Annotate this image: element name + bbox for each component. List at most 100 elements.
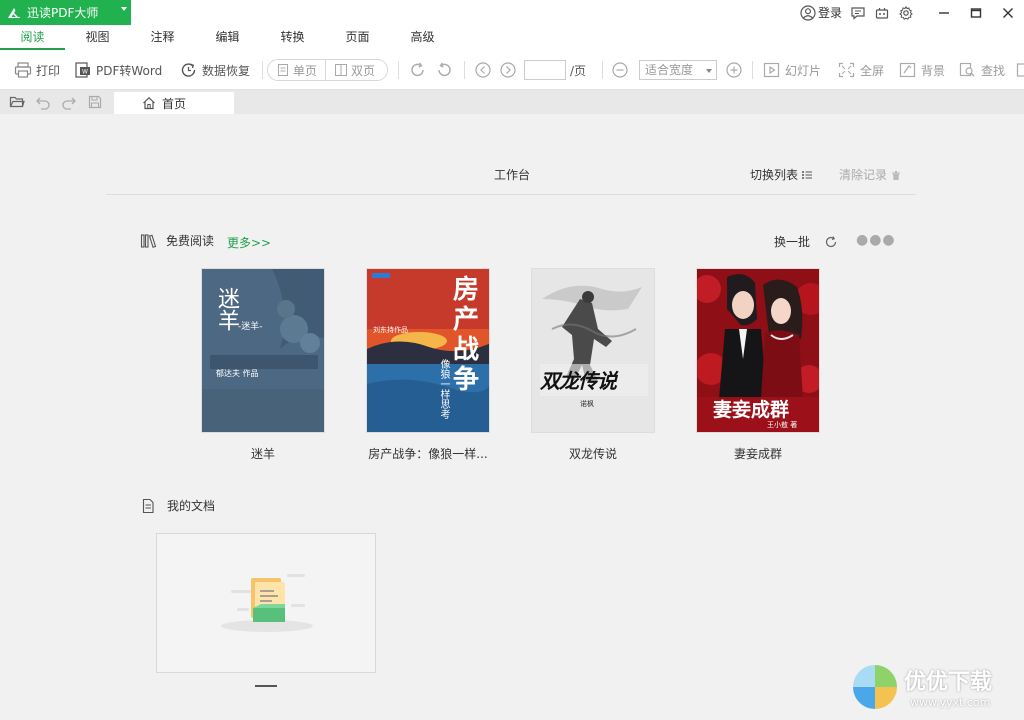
maximize-button[interactable] [960,0,992,25]
app-menu-caret-icon [121,7,127,11]
tab-home-label: 首页 [162,96,187,111]
book-title[interactable]: 双龙传说 [513,445,673,462]
previous-page-icon[interactable] [474,61,492,79]
feedback-icon[interactable] [850,5,866,21]
tab-home[interactable]: 首页 [114,92,234,114]
clear-record-button[interactable]: 清除记录 [839,166,902,183]
watermark-url: www.yyxt.com [910,696,991,709]
zoom-in-icon[interactable] [725,61,743,79]
redo-icon[interactable] [61,94,77,110]
book-cover[interactable]: 迷羊 -迷羊- 郁达夫 作品 [201,268,325,433]
toolbar-separator [464,61,465,79]
ribbon-tabs: 阅读 视图 注释 编辑 转换 页面 高级 [0,25,1024,50]
book-title[interactable]: 房产战争：像狼一样... [348,445,508,462]
switch-list-button[interactable]: 切换列表 [750,166,813,183]
login-button[interactable]: 登录 [800,4,842,21]
title-bar: 迅读PDF大师 登录 [0,0,1024,25]
rotate-counterclockwise-icon[interactable] [435,61,453,79]
zoom-out-icon[interactable] [611,61,629,79]
trash-icon [892,170,901,180]
tab-annotate[interactable]: 注释 [130,25,195,50]
zoom-value: 适合宽度 [645,63,694,77]
home-icon [143,96,155,110]
tab-read[interactable]: 阅读 [0,25,65,50]
app-menu-button[interactable]: 迅读PDF大师 [0,0,131,25]
workbench-title: 工作台 [494,168,531,182]
book-cover-subtitle: -迷羊- [238,322,263,332]
book-title[interactable]: 妻妾成群 [678,445,838,462]
fullscreen-button[interactable]: 全屏 [838,61,884,79]
book-cover-author: 郁达夫 作品 [216,369,259,378]
pdf-to-word-icon: W [75,62,90,78]
background-icon [899,62,916,78]
single-page-label: 单页 [293,63,318,78]
slideshow-button[interactable]: 幻灯片 [763,61,821,79]
refresh-icon [825,235,837,247]
more-link[interactable]: 更多>> [227,234,271,251]
rotate-clockwise-icon[interactable] [409,61,427,79]
app-title: 迅读PDF大师 [27,6,99,20]
bookshelf-icon [140,233,157,248]
background-label: 背景 [921,63,946,78]
toolbar-separator [262,61,263,79]
data-recovery-button[interactable]: 数据恢复 [180,61,250,79]
book-cover[interactable]: 房产战争 刘东持作品 像狼一样思考 [366,268,490,433]
undo-icon[interactable] [35,94,51,110]
user-icon [800,4,816,21]
toolbar-separator [752,61,753,79]
double-page-button[interactable]: 双页 [325,60,383,80]
home-content: 工作台 切换列表 清除记录 免费阅读 更多>> 换一批 ●●● 迷羊 -迷羊- … [0,114,1024,720]
toolbar-separator [602,61,603,79]
page-number-input[interactable] [524,60,566,80]
more-options-icon[interactable]: ●●● [856,232,896,248]
close-button[interactable] [992,0,1024,25]
print-label: 打印 [36,63,61,78]
divider [106,194,916,195]
open-document-card[interactable] [156,533,376,673]
book-cover-title: 双龙传说 [540,369,617,393]
pdf-to-word-button[interactable]: W PDF转Word [74,61,162,79]
single-page-button[interactable]: 单页 [268,60,325,80]
open-folder-icon[interactable] [9,94,25,110]
data-recovery-label: 数据恢复 [202,63,251,78]
tab-advanced[interactable]: 高级 [390,25,455,50]
printer-icon [14,62,32,78]
login-label: 登录 [817,6,842,20]
minimize-button[interactable] [928,0,960,25]
svg-text:W: W [82,69,88,76]
save-icon[interactable] [87,94,103,110]
book-title[interactable]: 迷羊 [183,445,343,462]
empty-document-illustration [221,574,313,632]
app-logo-icon [8,7,20,18]
refresh-batch-button[interactable]: 换一批 [774,233,838,250]
more-tools-icon[interactable] [1016,61,1024,79]
slideshow-label: 幻灯片 [785,63,822,78]
search-icon [959,62,975,77]
document-caption [156,682,376,688]
tab-convert[interactable]: 转换 [260,25,325,50]
print-button[interactable]: 打印 [14,61,60,79]
my-docs-header: 我的文档 [140,497,215,514]
tab-view[interactable]: 视图 [65,25,130,50]
book-cover-title: 迷羊 [214,287,239,331]
toolbar: 打印 W PDF转Word 数据恢复 单页 双页 /页 适合宽度 幻灯片 全屏 … [0,50,1024,90]
tab-page[interactable]: 页面 [325,25,390,50]
chevron-down-icon [706,69,712,73]
list-icon [802,170,813,179]
tab-edit[interactable]: 编辑 [195,25,260,50]
book-cover[interactable]: 双龙传说 诺枫 [531,268,655,433]
document-icon [142,498,154,513]
document-tab-bar: 首页 [0,90,1024,114]
toolbar-separator [398,61,399,79]
book-cover[interactable]: 妻妾成群 王小敖 著 [696,268,820,433]
settings-gear-icon[interactable] [898,5,914,21]
background-button[interactable]: 背景 [899,61,945,79]
double-page-label: 双页 [351,63,376,78]
skin-icon[interactable] [874,5,890,21]
watermark-logo: 优优下载 www.yyxt.com [848,658,1024,720]
book-cover-author: 王小敖 著 [767,421,798,429]
zoom-select[interactable]: 适合宽度 [639,60,717,80]
find-button[interactable]: 查找 [959,61,1005,79]
page-mode-segment: 单页 双页 [267,59,388,81]
next-page-icon[interactable] [499,61,517,79]
